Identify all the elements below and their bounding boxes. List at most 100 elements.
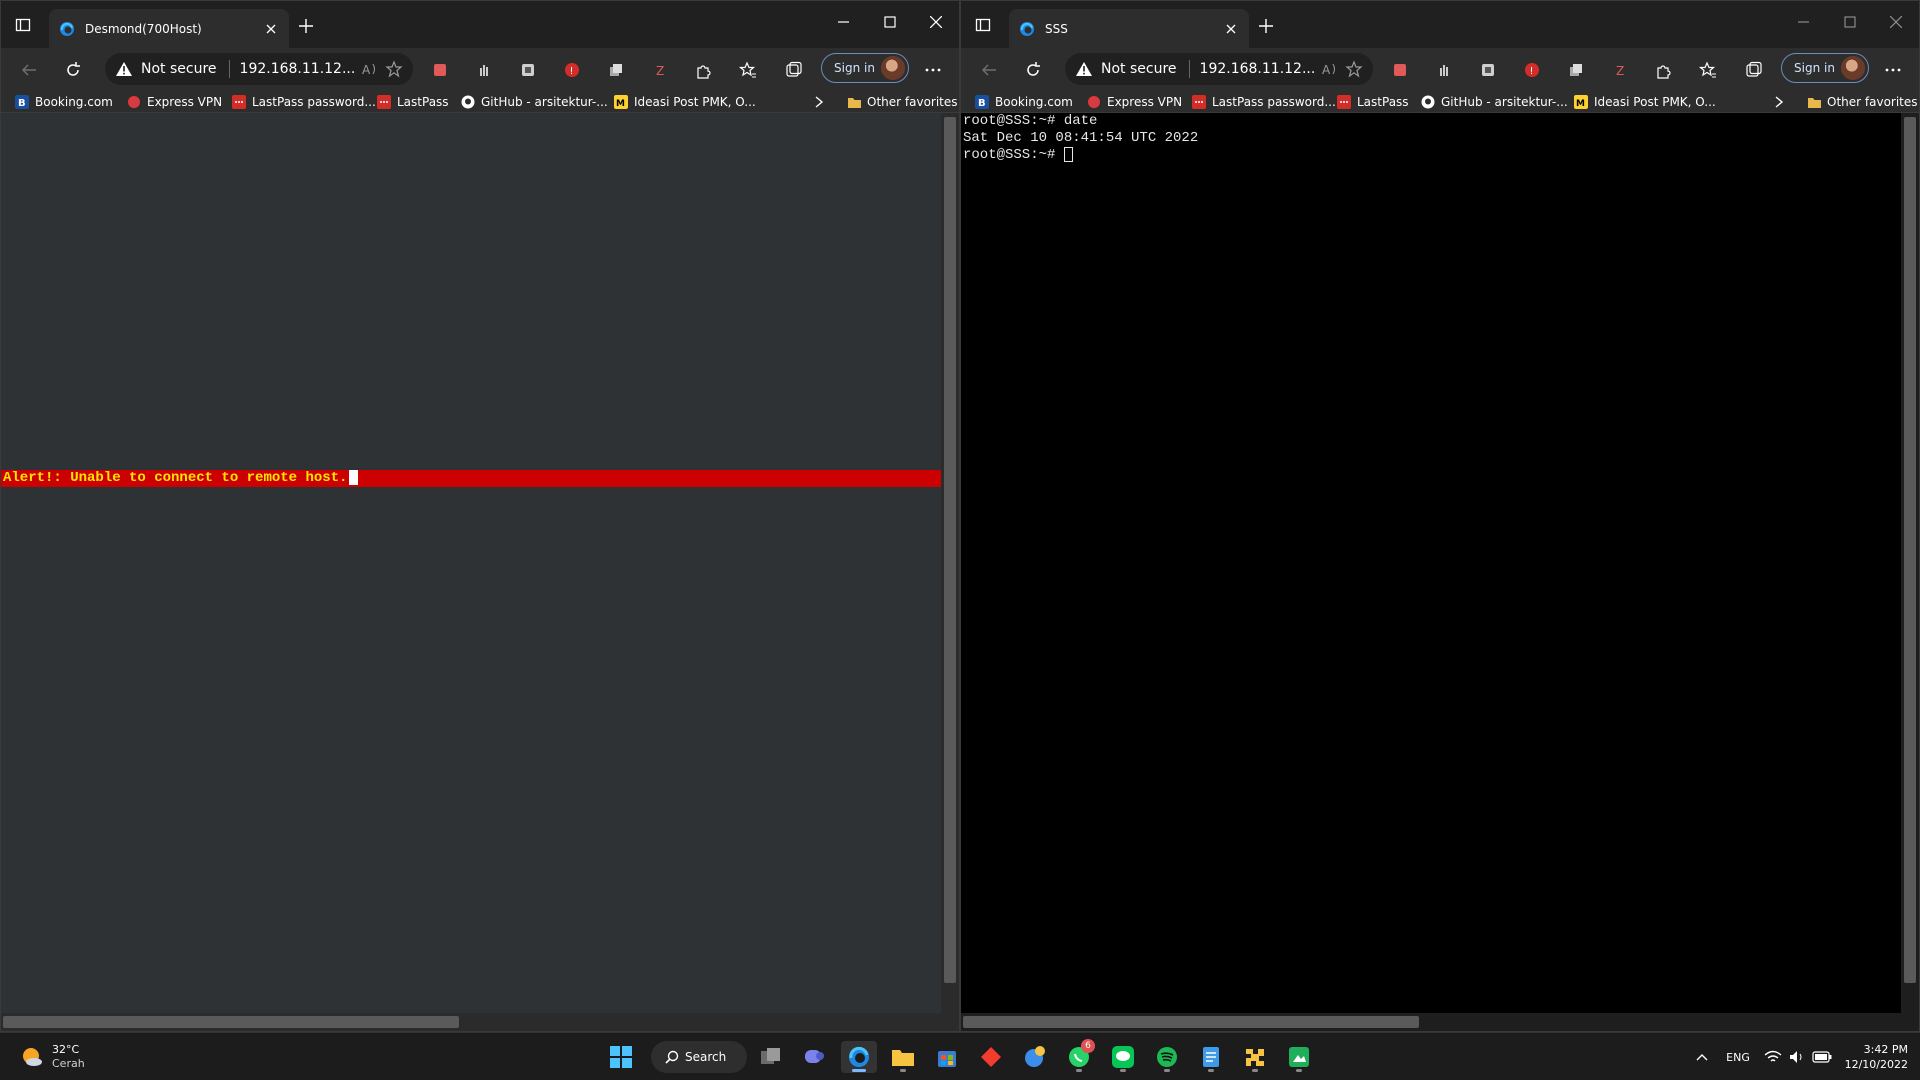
bookmark-item[interactable]: M Ideasi Post PMK, O... (1574, 93, 1716, 111)
security-status[interactable]: Not secure (1101, 61, 1177, 77)
bookmark-item[interactable]: GitHub - arsitektur-... (461, 93, 608, 111)
sign-in-button[interactable]: Sign in (1781, 53, 1869, 83)
taskbar-notepad[interactable] (1193, 1041, 1229, 1073)
settings-more-button[interactable] (1881, 60, 1905, 80)
battery-status[interactable] (1810, 1041, 1834, 1073)
svg-text:M: M (1576, 99, 1585, 109)
taskbar-whatsapp[interactable]: 6 (1061, 1039, 1097, 1073)
bookmark-item[interactable]: Express VPN (1087, 93, 1182, 111)
bookmark-item[interactable]: GitHub - arsitektur-... (1421, 93, 1568, 111)
sign-in-button[interactable]: Sign in (821, 53, 909, 83)
collections-icon[interactable] (1745, 61, 1763, 79)
vertical-scrollbar[interactable] (1901, 113, 1919, 1013)
bookmarks-overflow-button[interactable] (811, 94, 827, 110)
extension-lastpass-icon[interactable]: ! (563, 61, 581, 79)
favorites-icon[interactable] (1699, 61, 1717, 79)
tab-close-icon[interactable] (1223, 21, 1239, 37)
new-tab-button[interactable] (1255, 15, 1277, 37)
system-clock[interactable]: 3:42 PM 12/10/2022 (1838, 1041, 1908, 1073)
extension-pdf-icon[interactable] (1391, 61, 1409, 79)
vertical-scrollbar[interactable] (941, 113, 959, 1013)
read-aloud-icon[interactable]: A (361, 60, 379, 78)
extension-app-icon[interactable] (1479, 61, 1497, 79)
back-button[interactable] (977, 58, 1001, 82)
start-button[interactable] (603, 1041, 639, 1073)
browser-tab[interactable]: SSS (1009, 9, 1249, 48)
address-bar[interactable]: Not secure 192.168.11.12... A (105, 53, 413, 85)
scroll-thumb[interactable] (963, 1016, 1419, 1028)
weather-widget[interactable]: 32°C Cerah (18, 1041, 85, 1073)
taskbar-line[interactable] (1105, 1041, 1141, 1073)
scroll-thumb[interactable] (1904, 117, 1916, 983)
settings-more-button[interactable] (921, 60, 945, 80)
other-favorites[interactable]: Other favorites (847, 93, 958, 111)
refresh-button[interactable] (1021, 58, 1045, 82)
url-text[interactable]: 192.168.11.12... (240, 61, 355, 77)
horizontal-scrollbar[interactable] (1, 1013, 941, 1031)
browser-tab[interactable]: Desmond(700Host) (49, 9, 289, 48)
scroll-thumb[interactable] (944, 117, 956, 983)
bookmarks-overflow-button[interactable] (1771, 94, 1787, 110)
svg-text:Z: Z (656, 64, 664, 78)
extensions-icon[interactable] (1655, 61, 1673, 79)
address-bar[interactable]: Not secure 192.168.11.12... A (1065, 53, 1373, 85)
bookmark-item[interactable]: LastPass (1337, 93, 1409, 111)
refresh-button[interactable] (61, 58, 85, 82)
extension-z-icon[interactable]: Z (651, 61, 669, 79)
back-button[interactable] (17, 58, 41, 82)
read-aloud-icon[interactable]: A (1321, 60, 1339, 78)
new-tab-button[interactable] (295, 15, 317, 37)
extension-app-icon[interactable] (519, 61, 537, 79)
terminal-area[interactable]: root@SSS:~# date Sat Dec 10 08:41:54 UTC … (961, 113, 1919, 1031)
taskbar-file-explorer[interactable] (885, 1041, 921, 1073)
bookmark-item[interactable]: B Booking.com (975, 93, 1073, 111)
tab-close-icon[interactable] (263, 21, 279, 37)
wifi-status[interactable] (1762, 1041, 1784, 1073)
url-text[interactable]: 192.168.11.12... (1200, 61, 1315, 77)
scroll-thumb[interactable] (3, 1016, 459, 1028)
close-window-button[interactable] (1876, 9, 1916, 35)
taskbar-search[interactable]: Search (651, 1041, 747, 1073)
add-favorite-icon[interactable] (385, 60, 403, 78)
teams-chat-button[interactable] (797, 1041, 833, 1073)
taskbar-spotify[interactable] (1149, 1041, 1185, 1073)
taskbar-app-green[interactable] (1281, 1041, 1317, 1073)
collections-icon[interactable] (785, 61, 803, 79)
taskbar-edge[interactable] (841, 1041, 877, 1073)
close-window-button[interactable] (916, 9, 956, 35)
extension-pdf-icon[interactable] (431, 61, 449, 79)
tab-actions-button[interactable] (13, 15, 33, 35)
tray-overflow-button[interactable] (1692, 1041, 1712, 1073)
maximize-button[interactable] (1830, 9, 1870, 35)
favorites-icon[interactable] (739, 61, 757, 79)
taskbar-app-yellow[interactable] (1237, 1041, 1273, 1073)
bookmark-item[interactable]: M Ideasi Post PMK, O... (614, 93, 756, 111)
bookmark-item[interactable]: LastPass password... (1192, 93, 1336, 111)
maximize-button[interactable] (870, 9, 910, 35)
other-favorites[interactable]: Other favorites (1807, 93, 1918, 111)
volume-status[interactable] (1786, 1041, 1808, 1073)
add-favorite-icon[interactable] (1345, 60, 1363, 78)
taskbar-store[interactable] (929, 1041, 965, 1073)
extension-lastpass-icon[interactable]: ! (1523, 61, 1541, 79)
horizontal-scrollbar[interactable] (961, 1013, 1901, 1031)
task-view-button[interactable] (753, 1041, 789, 1073)
extension-z-icon[interactable]: Z (1611, 61, 1629, 79)
minimize-button[interactable] (1784, 9, 1824, 35)
taskbar-app-red[interactable] (973, 1041, 1009, 1073)
extension-hand-icon[interactable] (1435, 61, 1453, 79)
extension-hand-icon[interactable] (475, 61, 493, 79)
minimize-button[interactable] (824, 9, 864, 35)
tab-actions-button[interactable] (973, 15, 993, 35)
bookmark-item[interactable]: B Booking.com (15, 93, 113, 111)
bookmark-item[interactable]: Express VPN (127, 93, 222, 111)
extensions-icon[interactable] (695, 61, 713, 79)
security-status[interactable]: Not secure (141, 61, 217, 77)
language-indicator[interactable]: ENG (1722, 1041, 1754, 1073)
taskbar-app-clock[interactable] (1017, 1041, 1053, 1073)
bookmark-item[interactable]: LastPass password... (232, 93, 376, 111)
extension-copy-icon[interactable] (607, 61, 625, 79)
extension-copy-icon[interactable] (1567, 61, 1585, 79)
bookmark-item[interactable]: LastPass (377, 93, 449, 111)
edge-icon (60, 21, 74, 36)
